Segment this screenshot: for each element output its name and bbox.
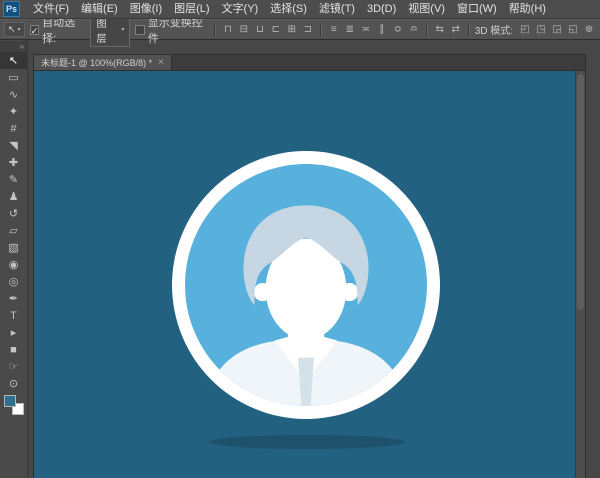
distribute-vertical-center-icon[interactable]: ≣ xyxy=(343,22,357,38)
tool-preset-picker[interactable]: ↖ ▾ xyxy=(4,22,25,37)
3d-drag-icon[interactable]: ◲ xyxy=(550,22,564,38)
document-tab-title: 未标题-1 @ 100%(RGB/8) * xyxy=(41,56,152,69)
distribute-left-icon[interactable]: ∥ xyxy=(375,22,389,38)
auto-align-layers-icon[interactable]: ⇄ xyxy=(449,22,463,38)
auto-select-target-value: 图层 xyxy=(96,15,114,45)
align-bottom-icon[interactable]: ⊔ xyxy=(253,22,267,38)
divider xyxy=(320,22,322,37)
lasso-tool[interactable]: ∿ xyxy=(0,86,27,103)
toolbar-tools: ↖▭∿✦#◥✚✎♟↺▱▧◉◎✒T▸■☞⊙ xyxy=(0,52,27,392)
path-selection-tool[interactable]: ▸ xyxy=(0,324,27,341)
chevron-down-icon: ▾ xyxy=(121,26,124,33)
photoshop-window: Ps 文件(F)编辑(E)图像(I)图层(L)文字(Y)选择(S)滤镜(T)3D… xyxy=(0,0,600,478)
type-tool[interactable]: T xyxy=(0,307,27,324)
scrollbar-thumb[interactable] xyxy=(577,74,584,310)
menu-help[interactable]: 帮助(H) xyxy=(503,0,552,18)
menu-select[interactable]: 选择(S) xyxy=(264,0,313,18)
menu-layer[interactable]: 图层(L) xyxy=(168,0,215,18)
avatar-person-graphic xyxy=(185,164,427,406)
document-window: 未标题-1 @ 100%(RGB/8) * × xyxy=(33,54,586,478)
3d-rotate-icon[interactable]: ◰ xyxy=(518,22,532,38)
mode-3d-label: 3D 模式: xyxy=(475,22,513,37)
gradient-tool[interactable]: ▧ xyxy=(0,239,27,256)
distribute-top-icon[interactable]: ≡ xyxy=(327,22,341,38)
quick-selection-tool[interactable]: ✦ xyxy=(0,103,27,120)
checkbox-unchecked-icon xyxy=(135,25,144,35)
distribute-spacing-icon[interactable]: ⇆ xyxy=(433,22,447,38)
3d-slide-icon[interactable]: ◱ xyxy=(566,22,580,38)
brush-tool[interactable]: ✎ xyxy=(0,171,27,188)
spacing-buttons: ⇆⇄ xyxy=(433,22,463,38)
menu-3d[interactable]: 3D(D) xyxy=(361,0,402,18)
avatar-ring xyxy=(172,151,440,419)
healing-brush-tool[interactable]: ✚ xyxy=(0,154,27,171)
menu-bar-items: 文件(F)编辑(E)图像(I)图层(L)文字(Y)选择(S)滤镜(T)3D(D)… xyxy=(27,0,552,18)
mode-3d-buttons: ◰◳◲◱⊕ xyxy=(518,22,596,38)
menu-edit[interactable]: 编辑(E) xyxy=(75,0,124,18)
blur-tool[interactable]: ◉ xyxy=(0,256,27,273)
clone-stamp-tool[interactable]: ♟ xyxy=(0,188,27,205)
photoshop-logo-icon: Ps xyxy=(3,1,20,17)
eyedropper-tool[interactable]: ◥ xyxy=(0,137,27,154)
dodge-tool[interactable]: ◎ xyxy=(0,273,27,290)
menu-window[interactable]: 窗口(W) xyxy=(451,0,503,18)
align-horizontal-center-icon[interactable]: ⊞ xyxy=(285,22,299,38)
vertical-scrollbar[interactable] xyxy=(575,71,585,478)
align-left-icon[interactable]: ⊏ xyxy=(269,22,283,38)
align-right-icon[interactable]: ⊐ xyxy=(301,22,315,38)
tools-panel: » ↖▭∿✦#◥✚✎♟↺▱▧◉◎✒T▸■☞⊙ xyxy=(0,41,28,478)
menu-image[interactable]: 图像(I) xyxy=(124,0,168,18)
avatar-ear-left xyxy=(254,283,272,301)
crop-tool[interactable]: # xyxy=(0,120,27,137)
align-vertical-center-icon[interactable]: ⊟ xyxy=(237,22,251,38)
zoom-tool[interactable]: ⊙ xyxy=(0,375,27,392)
marquee-tool[interactable]: ▭ xyxy=(0,69,27,86)
chevron-down-icon: ▾ xyxy=(18,26,21,33)
hand-tool[interactable]: ☞ xyxy=(0,358,27,375)
align-buttons: ⊓⊟⊔⊏⊞⊐ xyxy=(221,22,315,38)
foreground-color-swatch[interactable] xyxy=(4,395,16,407)
move-tool[interactable]: ↖ xyxy=(0,52,27,69)
distribute-bottom-icon[interactable]: ≍ xyxy=(359,22,373,38)
history-brush-tool[interactable]: ↺ xyxy=(0,205,27,222)
divider xyxy=(426,22,428,37)
eraser-tool[interactable]: ▱ xyxy=(0,222,27,239)
3d-scale-icon[interactable]: ⊕ xyxy=(582,22,596,38)
menu-bar: Ps 文件(F)编辑(E)图像(I)图层(L)文字(Y)选择(S)滤镜(T)3D… xyxy=(0,0,600,19)
canvas[interactable] xyxy=(34,71,576,478)
checkbox-checked-icon: ✓ xyxy=(30,25,40,35)
document-tab-bar: 未标题-1 @ 100%(RGB/8) * × xyxy=(34,55,585,71)
distribute-horizontal-center-icon[interactable]: ≎ xyxy=(391,22,405,38)
distribute-right-icon[interactable]: ≏ xyxy=(407,22,421,38)
distribute-buttons: ≡≣≍∥≎≏ xyxy=(327,22,421,38)
divider xyxy=(468,22,470,37)
shape-tool[interactable]: ■ xyxy=(0,341,27,358)
workspace: 未标题-1 @ 100%(RGB/8) * × xyxy=(28,41,600,478)
avatar-shadow xyxy=(209,435,405,449)
move-tool-preset-icon: ↖ xyxy=(8,24,16,35)
tab-close-icon[interactable]: × xyxy=(158,58,164,68)
document-tab[interactable]: 未标题-1 @ 100%(RGB/8) * × xyxy=(34,55,172,70)
menu-filter[interactable]: 滤镜(T) xyxy=(313,0,361,18)
menu-file[interactable]: 文件(F) xyxy=(27,0,75,18)
menu-type[interactable]: 文字(Y) xyxy=(216,0,265,18)
align-top-icon[interactable]: ⊓ xyxy=(221,22,235,38)
avatar-ear-right xyxy=(340,283,358,301)
options-bar: ↖ ▾ ✓ 自动选择: 图层 ▾ 显示变换控件 ⊓⊟⊔⊏⊞⊐ ≡≣≍∥≎≏ ⇆⇄… xyxy=(0,19,600,40)
pen-tool[interactable]: ✒ xyxy=(0,290,27,307)
divider xyxy=(214,22,216,37)
color-swatches xyxy=(4,395,24,415)
3d-roll-icon[interactable]: ◳ xyxy=(534,22,548,38)
toolbar-collapse-button[interactable]: » xyxy=(0,41,27,52)
menu-view[interactable]: 视图(V) xyxy=(402,0,451,18)
